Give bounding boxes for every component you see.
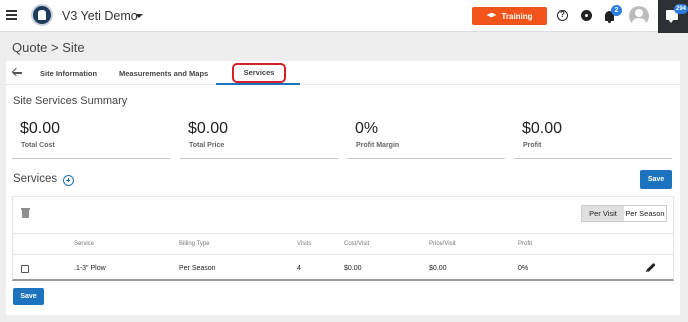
metric-value: $0.00 (188, 120, 229, 137)
toggle-per-visit[interactable]: Per Visit (582, 206, 624, 221)
chat-badge: 294 (674, 4, 688, 14)
active-tab-indicator (216, 83, 300, 85)
back-arrow-icon[interactable] (12, 68, 22, 78)
metric-label: Profit Margin (356, 142, 400, 149)
billing-period-toggle: Per Visit Per Season (581, 205, 667, 222)
top-bar: V3 Yeti Demo Training ? 2 294 (0, 0, 688, 33)
metric-value: $0.00 (522, 120, 563, 137)
tab-services[interactable]: Services (232, 63, 286, 83)
column-header-service: Service (74, 241, 95, 247)
tab-bar: Site Information Measurements and Maps S… (6, 61, 680, 85)
cell-price-visit: $0.00 (429, 265, 447, 272)
services-title: Services (13, 173, 58, 185)
training-label: Training (501, 11, 533, 21)
row-checkbox[interactable] (21, 265, 29, 273)
metric-value: 0% (355, 120, 379, 137)
help-icon[interactable]: ? (557, 10, 568, 21)
menu-icon[interactable] (6, 10, 17, 20)
column-header-cost-visit: Cost/Visit (344, 241, 370, 247)
save-button[interactable]: Save (640, 170, 672, 189)
graduation-cap-icon (486, 12, 497, 18)
tab-measurements-and-maps[interactable]: Measurements and Maps (119, 69, 208, 78)
metric-label: Profit (523, 142, 542, 149)
notification-badge: 2 (611, 5, 622, 16)
cell-profit: 0% (518, 265, 529, 272)
cell-service: .1-3" Plow (74, 265, 106, 272)
column-header-billing-type: Billing Type (179, 241, 210, 247)
metric-value: $0.00 (20, 120, 61, 137)
cell-visits: 4 (297, 265, 301, 272)
summary-title: Site Services Summary (13, 95, 128, 107)
breadcrumb: Quote > Site (12, 40, 85, 55)
tab-site-information[interactable]: Site Information (40, 69, 97, 78)
divider (13, 254, 673, 255)
gear-icon[interactable] (581, 10, 592, 21)
metric-total-cost: $0.00 Total Cost (12, 116, 170, 159)
site-card: Site Information Measurements and Maps S… (6, 61, 680, 315)
toggle-per-season[interactable]: Per Season (624, 206, 666, 221)
app-name[interactable]: V3 Yeti Demo (62, 9, 138, 23)
training-button[interactable]: Training (472, 7, 547, 25)
metric-total-price: $0.00 Total Price (180, 116, 338, 159)
column-header-visits: Visits (297, 241, 312, 247)
add-service-icon[interactable] (63, 175, 74, 186)
metric-label: Total Price (189, 142, 225, 149)
cell-cost-visit: $0.00 (344, 265, 362, 272)
divider (13, 233, 673, 234)
column-header-price-visit: Price/Visit (429, 241, 456, 247)
trash-icon[interactable] (21, 208, 30, 218)
metric-label: Total Cost (21, 142, 55, 149)
chevron-down-icon[interactable] (135, 14, 143, 18)
app-logo-icon[interactable] (31, 4, 53, 26)
chat-button[interactable]: 294 (658, 0, 688, 33)
metric-profit-margin: 0% Profit Margin (347, 116, 505, 159)
metric-profit: $0.00 Profit (514, 116, 672, 159)
services-table: Per Visit Per Season Service Billing Typ… (12, 196, 674, 281)
save-bottom-button[interactable]: Save (13, 288, 44, 305)
avatar[interactable] (629, 6, 649, 26)
cell-billing-type: Per Season (179, 265, 216, 272)
edit-icon[interactable] (646, 262, 656, 273)
column-header-profit: Profit (518, 241, 533, 247)
